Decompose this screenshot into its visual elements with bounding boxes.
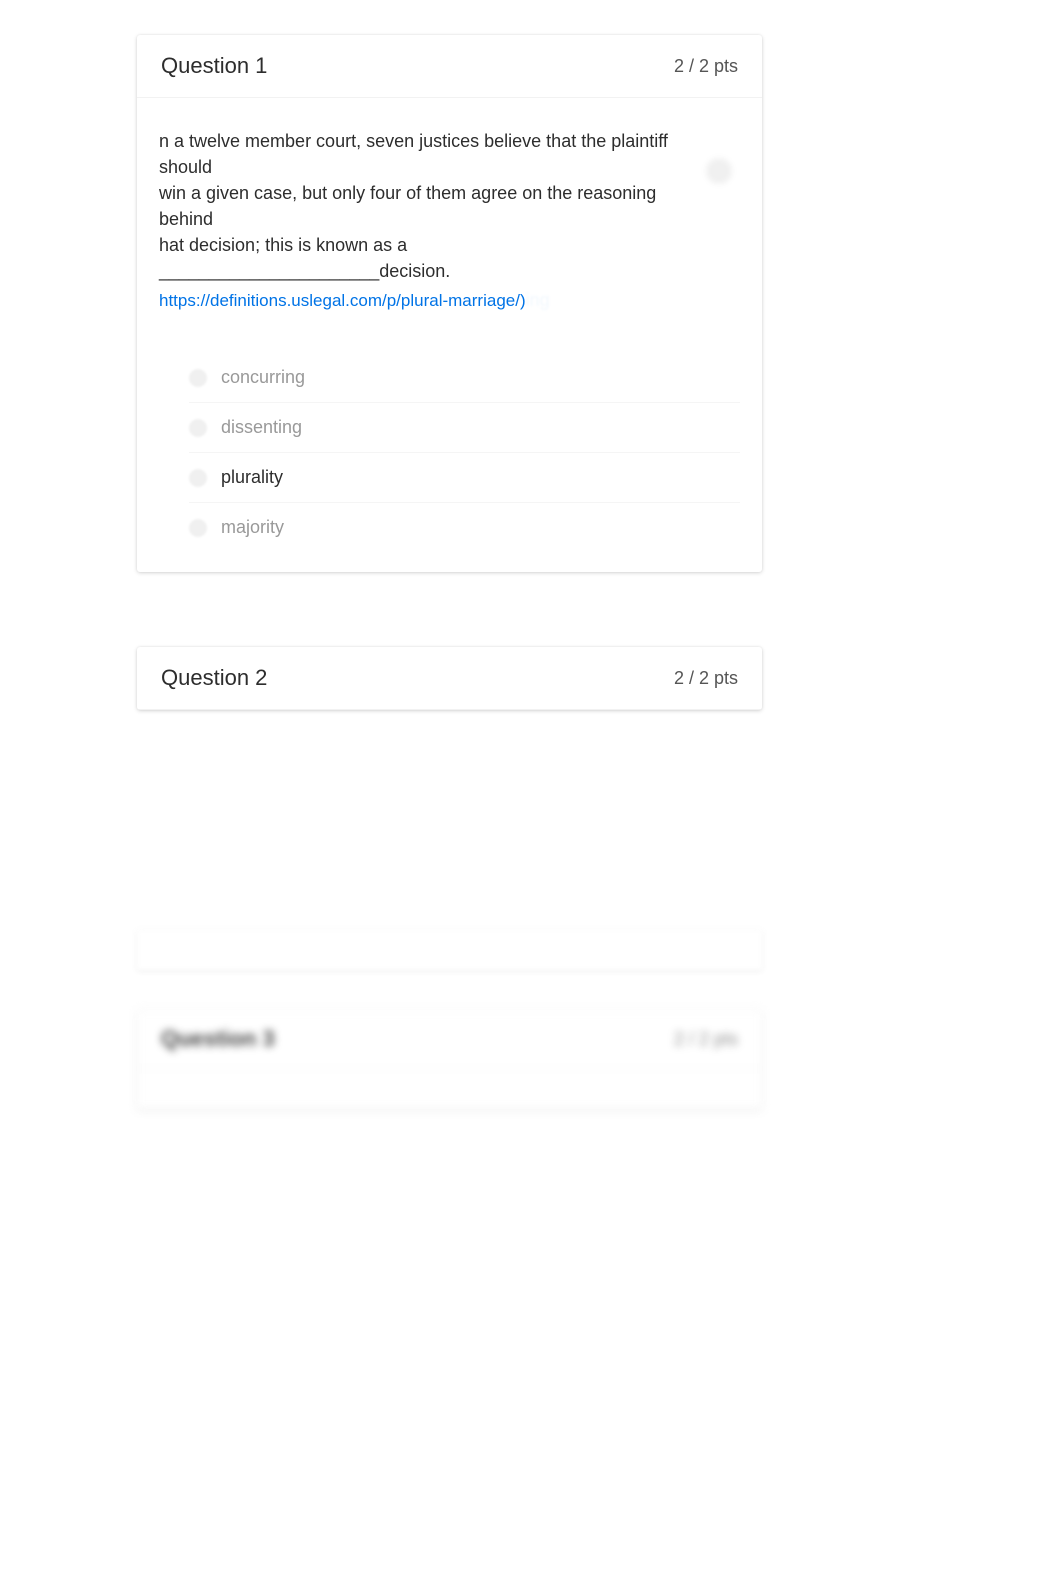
question-points: 2 / 2 pts (674, 56, 738, 77)
question-text-line: n a twelve member court, seven justices … (159, 131, 668, 177)
answer-label: dissenting (221, 417, 302, 438)
answer-label: majority (221, 517, 284, 538)
question-header: Question 1 2 / 2 pts (137, 35, 762, 98)
answer-option[interactable]: plurality (189, 452, 740, 502)
question-header: Question 3 2 / 2 pts (137, 1010, 762, 1069)
question-card-2: Question 2 2 / 2 pts (137, 647, 762, 710)
question-text-line: hat decision; this is known as a _______… (159, 235, 450, 281)
answer-label: concurring (221, 367, 305, 388)
answer-option[interactable]: dissenting (189, 402, 740, 452)
question-text: n a twelve member court, seven justices … (159, 128, 740, 313)
answer-option[interactable]: concurring (189, 353, 740, 402)
hint-icon (706, 158, 732, 184)
answer-list: concurring dissenting plurality majority (189, 353, 740, 552)
question-header: Question 2 2 / 2 pts (137, 647, 762, 710)
question-card-1: Question 1 2 / 2 pts n a twelve member c… (137, 35, 762, 572)
radio-icon (189, 419, 207, 437)
question-number: Question 2 (161, 665, 267, 691)
question-number: Question 1 (161, 53, 267, 79)
answer-option[interactable]: majority (189, 502, 740, 552)
radio-icon (189, 369, 207, 387)
question-body (137, 1069, 762, 1109)
answer-label: plurality (221, 467, 283, 488)
question-text-line: win a given case, but only four of them … (159, 183, 656, 229)
question-card-3: Question 3 2 / 2 pts (137, 1010, 762, 1109)
radio-icon (189, 469, 207, 487)
reference-link[interactable]: https://definitions.uslegal.com/p/plural… (159, 289, 526, 314)
question-number: Question 3 (161, 1026, 275, 1052)
question-body: n a twelve member court, seven justices … (137, 98, 762, 572)
faded-text: ing (526, 290, 550, 310)
question-points: 2 / 2 pts (674, 1029, 738, 1050)
question-points: 2 / 2 pts (674, 668, 738, 689)
blurred-card (137, 930, 762, 970)
radio-icon (189, 519, 207, 537)
